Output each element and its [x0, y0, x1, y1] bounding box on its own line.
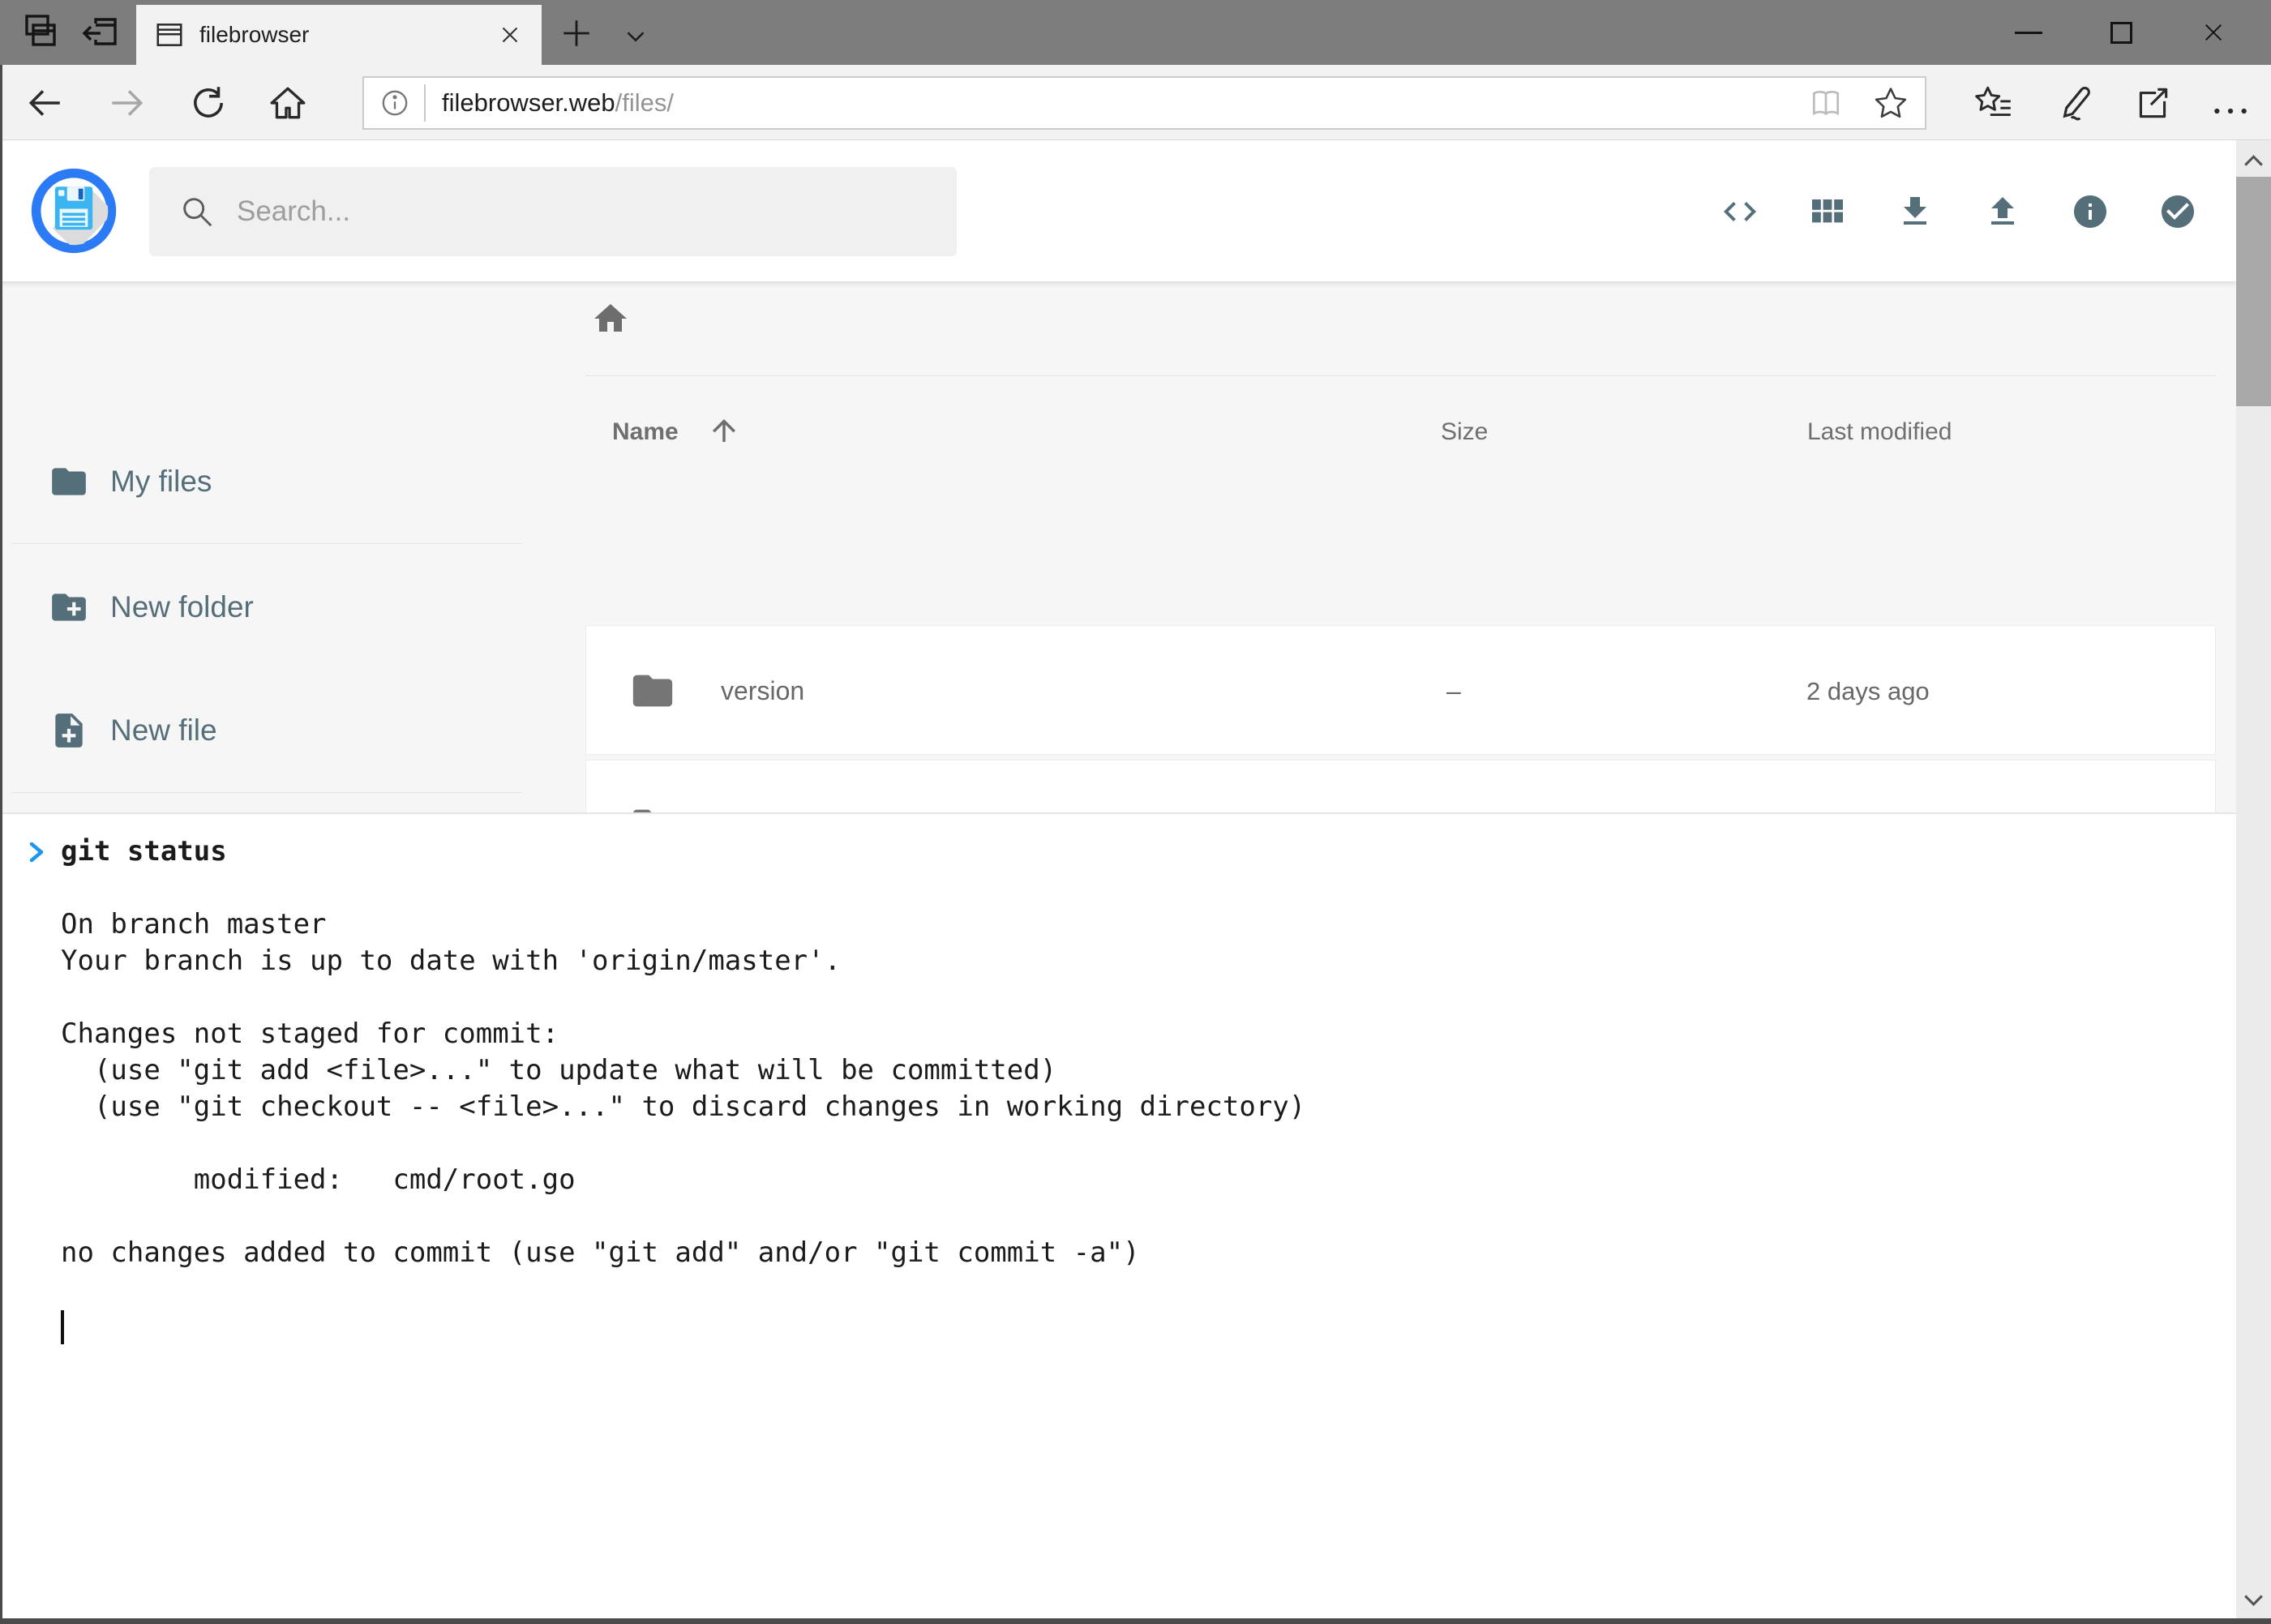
- set-tabs-aside-icon[interactable]: [81, 13, 120, 52]
- url-host: filebrowser.web: [442, 88, 615, 117]
- address-bar[interactable]: filebrowser.web/files/: [362, 76, 1926, 130]
- search-input[interactable]: [237, 195, 902, 228]
- home-button[interactable]: [268, 83, 308, 123]
- column-header-modified[interactable]: Last modified: [1807, 418, 1952, 446]
- filebrowser-page: My files New folder New file Settings Na…: [0, 140, 2236, 1624]
- terminal-prompt-line: git status: [0, 833, 2236, 870]
- sidebar-divider: [11, 543, 522, 544]
- breadcrumb-divider: [585, 375, 2216, 376]
- window-frame-bottom: [0, 1618, 2271, 1624]
- browser-tab[interactable]: filebrowser: [136, 5, 542, 65]
- app-header: [0, 140, 2236, 281]
- new-tab-button[interactable]: [559, 16, 593, 50]
- window-frame-left: [0, 65, 2, 1624]
- folder-icon: [49, 461, 89, 502]
- folder-icon: [629, 667, 676, 714]
- terminal-panel[interactable]: git status On branch master Your branch …: [0, 812, 2236, 1624]
- sidebar-item-label: My files: [110, 465, 212, 499]
- tab-close-icon[interactable]: [496, 21, 524, 49]
- file-size: –: [1446, 676, 1461, 706]
- sidebar-item-my-files[interactable]: My files: [0, 437, 527, 526]
- favorite-star-icon[interactable]: [1873, 85, 1909, 121]
- terminal-output-line: modified: cmd/root.go: [0, 1162, 2236, 1198]
- back-button[interactable]: [24, 83, 65, 123]
- terminal-output-line: Your branch is up to date with 'origin/m…: [0, 943, 2236, 979]
- window-maximize-button[interactable]: [2097, 0, 2145, 65]
- browser-navbar: filebrowser.web/files/: [0, 65, 2271, 140]
- terminal-output-line: On branch master: [0, 906, 2236, 943]
- create-folder-icon: [49, 587, 89, 628]
- terminal-output-line: [0, 1198, 2236, 1235]
- download-icon[interactable]: [1896, 192, 1935, 231]
- terminal-cursor-line[interactable]: [0, 1308, 2236, 1344]
- sidebar-divider: [11, 792, 522, 793]
- url-path: /files/: [615, 88, 674, 117]
- hub-favorites-icon[interactable]: [1973, 83, 2014, 123]
- terminal-command: git status: [61, 835, 227, 868]
- terminal-cursor: [61, 1310, 64, 1344]
- create-file-icon: [49, 710, 89, 751]
- tab-preview-icon[interactable]: [20, 13, 59, 52]
- breadcrumb-home-icon[interactable]: [591, 299, 630, 338]
- tab-list-chevron-icon[interactable]: [620, 21, 651, 52]
- window-minimize-button[interactable]: [2004, 0, 2053, 65]
- more-options-icon[interactable]: [2210, 91, 2251, 131]
- refresh-button[interactable]: [188, 83, 229, 123]
- file-modified: 2 days ago: [1806, 677, 1930, 706]
- terminal-output-line: [0, 1271, 2236, 1308]
- listing-header: Name Size Last modified: [585, 407, 2216, 464]
- code-view-icon[interactable]: [1720, 192, 1759, 231]
- scroll-up-icon[interactable]: [2239, 147, 2269, 177]
- column-header-name[interactable]: Name: [612, 418, 679, 446]
- terminal-output-line: Changes not staged for commit:: [0, 1016, 2236, 1052]
- browser-titlebar: filebrowser: [0, 0, 2271, 65]
- scrollbar-thumb[interactable]: [2236, 177, 2271, 406]
- filebrowser-logo-icon[interactable]: [31, 168, 117, 254]
- column-header-size[interactable]: Size: [1441, 418, 1488, 446]
- terminal-output-line: no changes added to commit (use "git add…: [0, 1235, 2236, 1271]
- sidebar-item-new-folder[interactable]: New folder: [0, 563, 527, 652]
- annotate-pen-icon[interactable]: [2053, 83, 2093, 123]
- share-icon[interactable]: [2132, 83, 2173, 123]
- forward-button[interactable]: [107, 83, 148, 123]
- tab-title: filebrowser: [199, 22, 496, 48]
- window-close-button[interactable]: [2189, 0, 2238, 65]
- reading-view-icon[interactable]: [1808, 85, 1844, 121]
- select-multiple-icon[interactable]: [2158, 192, 2197, 231]
- sidebar-item-label: New folder: [110, 590, 254, 624]
- terminal-output-line: [0, 979, 2236, 1016]
- terminal-output-line: (use "git add <file>..." to update what …: [0, 1052, 2236, 1089]
- grid-view-icon[interactable]: [1808, 192, 1847, 231]
- sidebar-item-new-file[interactable]: New file: [0, 686, 527, 775]
- upload-icon[interactable]: [1983, 192, 2022, 231]
- site-info-icon[interactable]: [379, 87, 411, 119]
- file-name: version: [721, 676, 804, 706]
- file-row-version[interactable]: version – 2 days ago: [585, 625, 2216, 755]
- sidebar-item-label: New file: [110, 713, 217, 748]
- terminal-output-line: [0, 1125, 2236, 1162]
- url-text[interactable]: filebrowser.web/files/: [442, 88, 674, 118]
- address-divider: [424, 84, 426, 122]
- prompt-chevron-icon: [23, 838, 50, 866]
- terminal-output-line: [0, 870, 2236, 906]
- page-scrollbar[interactable]: [2236, 140, 2271, 1624]
- search-bar[interactable]: [149, 167, 957, 256]
- terminal-output-line: (use "git checkout -- <file>..." to disc…: [0, 1089, 2236, 1125]
- tab-favicon-icon: [154, 19, 185, 50]
- info-icon[interactable]: [2071, 192, 2110, 231]
- scroll-down-icon[interactable]: [2239, 1584, 2269, 1614]
- search-icon: [178, 193, 216, 230]
- sort-ascending-icon[interactable]: [707, 413, 741, 448]
